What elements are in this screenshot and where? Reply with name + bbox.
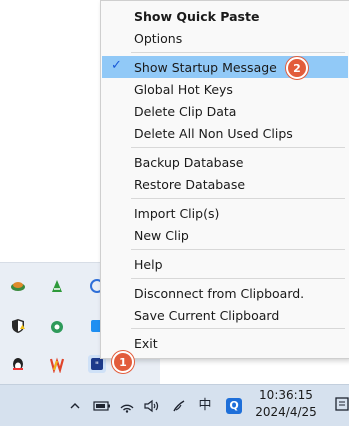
input-method-indicator[interactable]: 中	[196, 396, 214, 416]
pen-ime-icon[interactable]	[170, 396, 188, 416]
menu-item-label: Delete All Non Used Clips	[134, 125, 293, 141]
menu-separator	[131, 198, 345, 199]
menu-item-label: Global Hot Keys	[134, 81, 233, 97]
menu-separator	[131, 328, 345, 329]
clock-time: 10:36:15	[259, 388, 313, 402]
notification-icon[interactable]	[334, 395, 349, 415]
menu-item-show-quick-paste[interactable]: Show Quick Paste	[101, 5, 349, 27]
svg-text:": "	[95, 361, 99, 371]
menu-item-label: Show Startup Message	[134, 59, 277, 75]
menu-item-options[interactable]: Options	[101, 27, 349, 49]
quick-app-icon[interactable]: Q	[226, 398, 242, 414]
menu-item-help[interactable]: Help	[101, 253, 349, 275]
menu-item-disconnect-from-clipboard[interactable]: Disconnect from Clipboard.	[101, 282, 349, 304]
clock[interactable]: 10:36:15 2024/4/25	[250, 387, 322, 421]
menu-item-exit[interactable]: Exit	[101, 332, 349, 354]
menu-item-show-startup-message[interactable]: ✓ Show Startup Message	[102, 56, 348, 78]
green-leaf-tray-icon[interactable]	[48, 277, 66, 295]
menu-item-label: Restore Database	[134, 176, 246, 192]
menu-item-label: Delete Clip Data	[134, 103, 237, 119]
menu-item-global-hot-keys[interactable]: Global Hot Keys	[101, 78, 349, 100]
menu-item-label: Disconnect from Clipboard.	[134, 285, 305, 301]
menu-item-delete-all-non-used-clips[interactable]: Delete All Non Used Clips	[101, 122, 349, 144]
menu-item-label: Import Clip(s)	[134, 205, 220, 221]
step-badge-1: 1	[112, 351, 134, 373]
menu-item-restore-database[interactable]: Restore Database	[101, 173, 349, 195]
cloud-app-tray-icon[interactable]	[9, 277, 27, 295]
menu-item-label: New Clip	[134, 227, 189, 243]
menu-item-label: Options	[134, 30, 183, 46]
menu-item-import-clips[interactable]: Import Clip(s)	[101, 202, 349, 224]
volume-icon[interactable]	[142, 396, 160, 416]
menu-separator	[131, 278, 345, 279]
menu-separator	[131, 147, 345, 148]
menu-item-label: Exit	[134, 335, 158, 351]
menu-item-backup-database[interactable]: Backup Database	[101, 151, 349, 173]
tray-chevron-up-icon[interactable]	[68, 396, 82, 416]
menu-item-label: Backup Database	[134, 154, 244, 170]
step-badge-2: 2	[286, 57, 308, 79]
menu-separator	[131, 52, 345, 53]
wifi-icon[interactable]	[118, 396, 136, 416]
security-shield-tray-icon[interactable]	[9, 317, 27, 335]
menu-item-label: Help	[134, 256, 163, 272]
colorful-w-tray-icon[interactable]	[48, 355, 66, 373]
taskbar: 中 Q 10:36:15 2024/4/25	[0, 384, 349, 426]
clock-date: 2024/4/25	[255, 405, 317, 419]
battery-icon[interactable]	[92, 396, 112, 416]
context-menu: Show Quick Paste Options ✓ Show Startup …	[100, 0, 349, 359]
qq-penguin-tray-icon[interactable]	[9, 355, 27, 373]
menu-item-new-clip[interactable]: New Clip	[101, 224, 349, 246]
checkmark-icon: ✓	[111, 58, 122, 73]
menu-item-delete-clip-data[interactable]: Delete Clip Data	[101, 100, 349, 122]
menu-item-label: Save Current Clipboard	[134, 307, 280, 323]
menu-item-label: Show Quick Paste	[134, 8, 260, 24]
green-drop-tray-icon[interactable]	[48, 317, 66, 335]
menu-item-save-current-clipboard[interactable]: Save Current Clipboard	[101, 304, 349, 326]
menu-separator	[131, 249, 345, 250]
